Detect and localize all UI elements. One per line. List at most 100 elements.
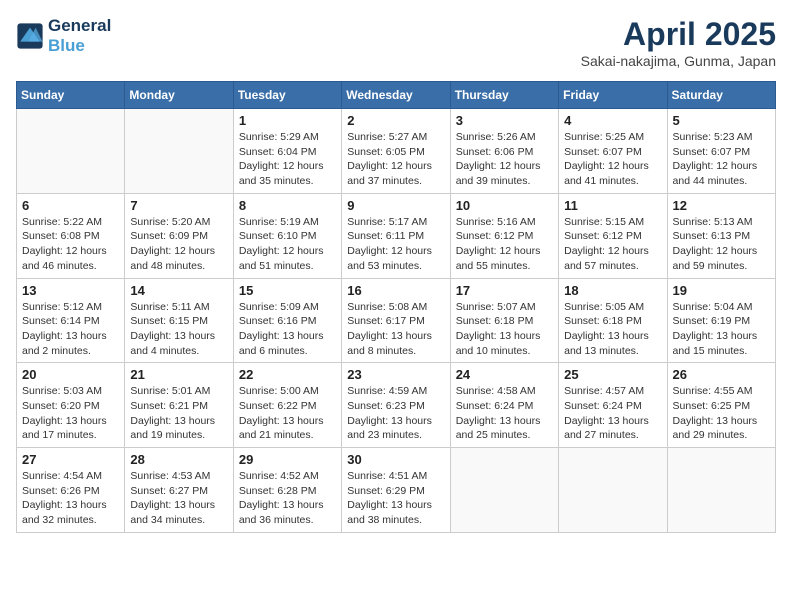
- cell-content: Sunrise: 5:19 AM Sunset: 6:10 PM Dayligh…: [239, 215, 336, 274]
- day-number: 25: [564, 367, 661, 382]
- cell-content: Sunrise: 4:55 AM Sunset: 6:25 PM Dayligh…: [673, 384, 770, 443]
- cell-content: Sunrise: 5:03 AM Sunset: 6:20 PM Dayligh…: [22, 384, 119, 443]
- calendar-week-row: 27 Sunrise: 4:54 AM Sunset: 6:26 PM Dayli…: [17, 448, 776, 533]
- day-number: 3: [456, 113, 553, 128]
- title-block: April 2025 Sakai-nakajima, Gunma, Japan: [581, 16, 776, 69]
- calendar-cell: 22 Sunrise: 5:00 AM Sunset: 6:22 PM Dayli…: [233, 363, 341, 448]
- calendar-cell: 17 Sunrise: 5:07 AM Sunset: 6:18 PM Dayli…: [450, 278, 558, 363]
- day-number: 24: [456, 367, 553, 382]
- cell-content: Sunrise: 5:27 AM Sunset: 6:05 PM Dayligh…: [347, 130, 444, 189]
- day-number: 7: [130, 198, 227, 213]
- calendar-cell: 29 Sunrise: 4:52 AM Sunset: 6:28 PM Dayli…: [233, 448, 341, 533]
- calendar-week-row: 1 Sunrise: 5:29 AM Sunset: 6:04 PM Daylig…: [17, 109, 776, 194]
- cell-content: Sunrise: 5:15 AM Sunset: 6:12 PM Dayligh…: [564, 215, 661, 274]
- cell-content: Sunrise: 5:11 AM Sunset: 6:15 PM Dayligh…: [130, 300, 227, 359]
- calendar-cell: 12 Sunrise: 5:13 AM Sunset: 6:13 PM Dayli…: [667, 193, 775, 278]
- calendar-cell: 27 Sunrise: 4:54 AM Sunset: 6:26 PM Dayli…: [17, 448, 125, 533]
- day-number: 8: [239, 198, 336, 213]
- day-number: 26: [673, 367, 770, 382]
- cell-content: Sunrise: 4:53 AM Sunset: 6:27 PM Dayligh…: [130, 469, 227, 528]
- weekday-header: Thursday: [450, 82, 558, 109]
- calendar-cell: 19Sunrise: 5:04 AM Sunset: 6:19 PM Dayli…: [667, 278, 775, 363]
- cell-content: Sunrise: 5:23 AM Sunset: 6:07 PM Dayligh…: [673, 130, 770, 189]
- cell-content: Sunrise: 4:58 AM Sunset: 6:24 PM Dayligh…: [456, 384, 553, 443]
- calendar-week-row: 6 Sunrise: 5:22 AM Sunset: 6:08 PM Daylig…: [17, 193, 776, 278]
- calendar-cell: [125, 109, 233, 194]
- calendar-cell: 20Sunrise: 5:03 AM Sunset: 6:20 PM Dayli…: [17, 363, 125, 448]
- calendar-cell: 15 Sunrise: 5:09 AM Sunset: 6:16 PM Dayli…: [233, 278, 341, 363]
- calendar-cell: [17, 109, 125, 194]
- day-number: 22: [239, 367, 336, 382]
- cell-content: Sunrise: 4:54 AM Sunset: 6:26 PM Dayligh…: [22, 469, 119, 528]
- cell-content: Sunrise: 5:25 AM Sunset: 6:07 PM Dayligh…: [564, 130, 661, 189]
- calendar-cell: 23Sunrise: 4:59 AM Sunset: 6:23 PM Dayli…: [342, 363, 450, 448]
- logo: General Blue: [16, 16, 111, 55]
- day-number: 30: [347, 452, 444, 467]
- day-number: 27: [22, 452, 119, 467]
- calendar-cell: 1 Sunrise: 5:29 AM Sunset: 6:04 PM Daylig…: [233, 109, 341, 194]
- cell-content: Sunrise: 4:51 AM Sunset: 6:29 PM Dayligh…: [347, 469, 444, 528]
- day-number: 16: [347, 283, 444, 298]
- day-number: 6: [22, 198, 119, 213]
- cell-content: Sunrise: 4:52 AM Sunset: 6:28 PM Dayligh…: [239, 469, 336, 528]
- weekday-header: Saturday: [667, 82, 775, 109]
- calendar-cell: 16 Sunrise: 5:08 AM Sunset: 6:17 PM Dayli…: [342, 278, 450, 363]
- cell-content: Sunrise: 5:29 AM Sunset: 6:04 PM Dayligh…: [239, 130, 336, 189]
- day-number: 19: [673, 283, 770, 298]
- calendar-cell: 6 Sunrise: 5:22 AM Sunset: 6:08 PM Daylig…: [17, 193, 125, 278]
- cell-content: Sunrise: 5:26 AM Sunset: 6:06 PM Dayligh…: [456, 130, 553, 189]
- weekday-header: Friday: [559, 82, 667, 109]
- day-number: 9: [347, 198, 444, 213]
- cell-content: Sunrise: 5:13 AM Sunset: 6:13 PM Dayligh…: [673, 215, 770, 274]
- cell-content: Sunrise: 5:01 AM Sunset: 6:21 PM Dayligh…: [130, 384, 227, 443]
- weekday-header: Wednesday: [342, 82, 450, 109]
- cell-content: Sunrise: 5:16 AM Sunset: 6:12 PM Dayligh…: [456, 215, 553, 274]
- calendar-cell: 14 Sunrise: 5:11 AM Sunset: 6:15 PM Dayli…: [125, 278, 233, 363]
- day-number: 15: [239, 283, 336, 298]
- weekday-header: Tuesday: [233, 82, 341, 109]
- cell-content: Sunrise: 5:17 AM Sunset: 6:11 PM Dayligh…: [347, 215, 444, 274]
- day-number: 18: [564, 283, 661, 298]
- day-number: 14: [130, 283, 227, 298]
- calendar-cell: 28 Sunrise: 4:53 AM Sunset: 6:27 PM Dayli…: [125, 448, 233, 533]
- cell-content: Sunrise: 5:00 AM Sunset: 6:22 PM Dayligh…: [239, 384, 336, 443]
- day-number: 1: [239, 113, 336, 128]
- calendar-cell: [559, 448, 667, 533]
- calendar-cell: 5 Sunrise: 5:23 AM Sunset: 6:07 PM Daylig…: [667, 109, 775, 194]
- calendar-cell: [450, 448, 558, 533]
- day-number: 11: [564, 198, 661, 213]
- calendar-cell: 21 Sunrise: 5:01 AM Sunset: 6:21 PM Dayli…: [125, 363, 233, 448]
- logo-text: General Blue: [48, 16, 111, 55]
- location: Sakai-nakajima, Gunma, Japan: [581, 53, 776, 69]
- calendar-cell: 18 Sunrise: 5:05 AM Sunset: 6:18 PM Dayli…: [559, 278, 667, 363]
- calendar-cell: 25 Sunrise: 4:57 AM Sunset: 6:24 PM Dayli…: [559, 363, 667, 448]
- calendar-cell: 2Sunrise: 5:27 AM Sunset: 6:05 PM Daylig…: [342, 109, 450, 194]
- calendar-cell: 3 Sunrise: 5:26 AM Sunset: 6:06 PM Daylig…: [450, 109, 558, 194]
- calendar-cell: 13Sunrise: 5:12 AM Sunset: 6:14 PM Dayli…: [17, 278, 125, 363]
- day-number: 5: [673, 113, 770, 128]
- month-title: April 2025: [581, 16, 776, 53]
- calendar-cell: 24 Sunrise: 4:58 AM Sunset: 6:24 PM Dayli…: [450, 363, 558, 448]
- day-number: 29: [239, 452, 336, 467]
- cell-content: Sunrise: 5:05 AM Sunset: 6:18 PM Dayligh…: [564, 300, 661, 359]
- cell-content: Sunrise: 5:09 AM Sunset: 6:16 PM Dayligh…: [239, 300, 336, 359]
- day-number: 21: [130, 367, 227, 382]
- calendar-cell: 9 Sunrise: 5:17 AM Sunset: 6:11 PM Daylig…: [342, 193, 450, 278]
- calendar-week-row: 13Sunrise: 5:12 AM Sunset: 6:14 PM Dayli…: [17, 278, 776, 363]
- day-number: 13: [22, 283, 119, 298]
- calendar-table: SundayMondayTuesdayWednesdayThursdayFrid…: [16, 81, 776, 533]
- cell-content: Sunrise: 5:20 AM Sunset: 6:09 PM Dayligh…: [130, 215, 227, 274]
- calendar-cell: 4Sunrise: 5:25 AM Sunset: 6:07 PM Daylig…: [559, 109, 667, 194]
- day-number: 17: [456, 283, 553, 298]
- calendar-cell: 26 Sunrise: 4:55 AM Sunset: 6:25 PM Dayli…: [667, 363, 775, 448]
- day-number: 12: [673, 198, 770, 213]
- calendar-cell: 30 Sunrise: 4:51 AM Sunset: 6:29 PM Dayli…: [342, 448, 450, 533]
- cell-content: Sunrise: 5:22 AM Sunset: 6:08 PM Dayligh…: [22, 215, 119, 274]
- cell-content: Sunrise: 5:08 AM Sunset: 6:17 PM Dayligh…: [347, 300, 444, 359]
- cell-content: Sunrise: 5:07 AM Sunset: 6:18 PM Dayligh…: [456, 300, 553, 359]
- weekday-header-row: SundayMondayTuesdayWednesdayThursdayFrid…: [17, 82, 776, 109]
- logo-icon: [16, 22, 44, 50]
- cell-content: Sunrise: 4:57 AM Sunset: 6:24 PM Dayligh…: [564, 384, 661, 443]
- day-number: 28: [130, 452, 227, 467]
- calendar-week-row: 20Sunrise: 5:03 AM Sunset: 6:20 PM Dayli…: [17, 363, 776, 448]
